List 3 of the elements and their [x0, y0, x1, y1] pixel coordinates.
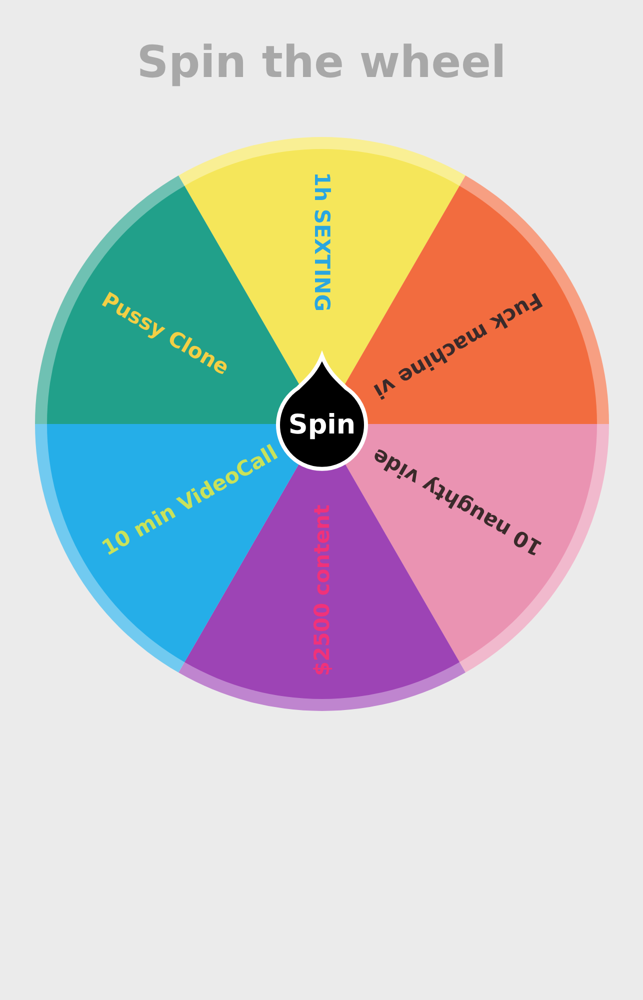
wheel-label: $2500 content [310, 504, 334, 676]
wheel-label: 1h SEXTING [310, 172, 334, 312]
page-title: Spin the wheel [136, 38, 506, 90]
